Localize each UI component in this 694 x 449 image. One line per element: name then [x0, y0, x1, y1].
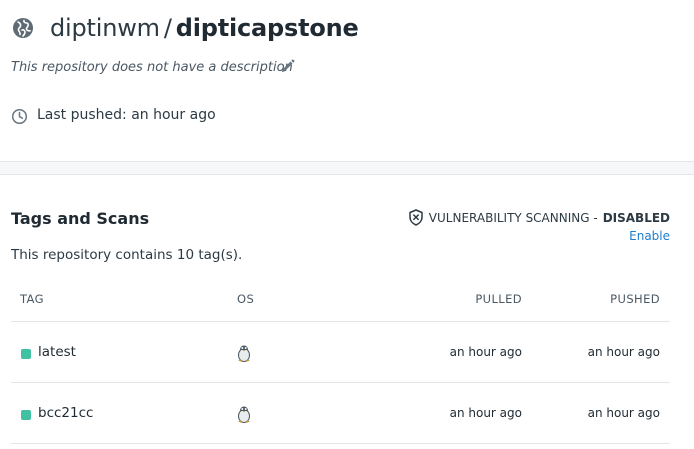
tags-section-title: Tags and Scans: [11, 209, 150, 228]
section-gap: [0, 162, 694, 175]
enable-scanning-link[interactable]: Enable: [629, 229, 670, 243]
tag-pulled-time: an hour ago: [449, 345, 522, 359]
row-divider: [11, 443, 670, 444]
tags-card: Tags and Scans VULNERABILITY SCANNING - …: [0, 175, 694, 448]
tag-status-dot: [21, 349, 31, 359]
tag-pushed-time: an hour ago: [587, 406, 660, 420]
table-row: latest an hour ago an hour ago: [11, 322, 670, 382]
tag-pulled-time: an hour ago: [449, 406, 522, 420]
linux-icon: [238, 345, 250, 362]
pencil-icon[interactable]: [280, 58, 296, 74]
column-header-os: OS: [237, 292, 255, 306]
repo-title: diptinwm / dipticapstone: [50, 13, 359, 43]
shield-x-icon: [409, 209, 423, 226]
tag-pushed-time: an hour ago: [587, 345, 660, 359]
vulnerability-status: DISABLED: [602, 210, 670, 225]
last-pushed-text: Last pushed: an hour ago: [37, 107, 216, 123]
repo-header: diptinwm / dipticapstone This repository d…: [0, 0, 694, 162]
clock-icon: [11, 108, 28, 125]
repo-separator: /: [163, 14, 172, 42]
vulnerability-scanning-status: VULNERABILITY SCANNING - DISABLED: [408, 209, 670, 226]
tag-status-dot: [21, 410, 31, 420]
tag-name[interactable]: bcc21cc: [38, 405, 93, 421]
repo-namespace[interactable]: diptinwm: [50, 14, 160, 42]
repo-name: dipticapstone: [175, 14, 359, 42]
table-row: bcc21cc an hour ago an hour ago: [11, 383, 670, 443]
tag-name[interactable]: latest: [38, 344, 76, 360]
column-header-tag: TAG: [20, 292, 44, 306]
column-header-pulled: PULLED: [475, 292, 522, 306]
repo-description: This repository does not have a descript…: [11, 60, 293, 75]
vulnerability-label: VULNERABILITY SCANNING -: [428, 210, 598, 225]
column-header-pushed: PUSHED: [610, 292, 660, 306]
linux-icon: [238, 406, 250, 423]
globe-icon: [13, 18, 33, 38]
tag-count-text: This repository contains 10 tag(s).: [11, 247, 243, 263]
